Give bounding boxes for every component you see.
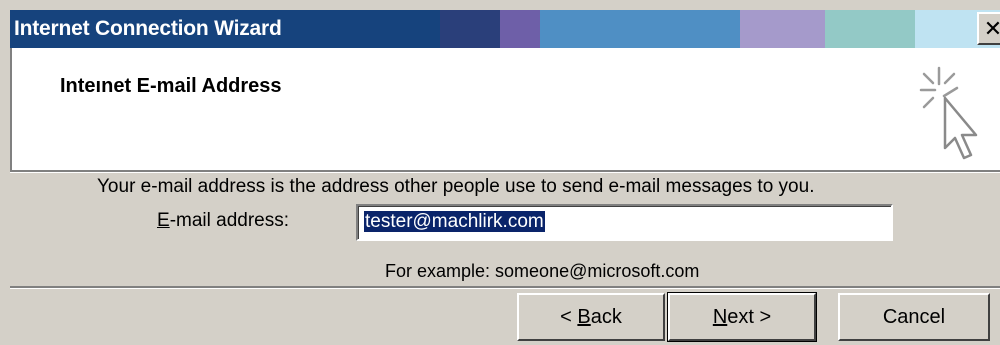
email-address-label: E-mail address:: [157, 210, 289, 232]
next-button-accesskey: N: [712, 305, 728, 328]
email-input-value: tester@machlirk.com: [364, 211, 545, 232]
title-bar[interactable]: Internet Connection Wizard ✕: [10, 10, 1000, 48]
email-label-accesskey: E: [157, 210, 170, 231]
back-button-prefix: <: [560, 305, 578, 328]
description-text: Your e-mail address is the address other…: [97, 176, 815, 197]
email-label-text: -mail address:: [169, 210, 290, 231]
close-button[interactable]: ✕: [977, 12, 1000, 45]
wizard-window: Internet Connection Wizard ✕ Inteınet E-…: [0, 0, 1000, 345]
close-icon: ✕: [983, 15, 1000, 41]
title-bar-segment: [740, 10, 825, 48]
header-divider: [10, 170, 1000, 173]
example-text: For example: someone@microsoft.com: [385, 261, 700, 281]
next-button-label: ext >: [727, 305, 772, 328]
email-address-input[interactable]: tester@machlirk.com: [356, 204, 893, 241]
title-bar-segment: [825, 10, 915, 48]
cancel-button[interactable]: Cancel: [838, 293, 990, 341]
next-button[interactable]: Next >: [667, 292, 817, 342]
cancel-button-label: Cancel: [882, 305, 946, 328]
wizard-sparkle-cursor-icon: [919, 66, 978, 160]
back-button-accesskey: B: [577, 305, 591, 328]
back-button-label: ack: [590, 305, 622, 328]
title-bar-segment: [540, 10, 740, 48]
title-bar-segment: [440, 10, 500, 48]
footer-divider: [10, 286, 1000, 289]
page-title: Inteınet E-mail Address: [60, 75, 282, 97]
title-bar-segment: [500, 10, 540, 48]
wizard-header: Inteınet E-mail Address: [10, 48, 1000, 170]
back-button[interactable]: < Back: [517, 293, 665, 341]
window-title: Internet Connection Wizard: [14, 17, 282, 40]
